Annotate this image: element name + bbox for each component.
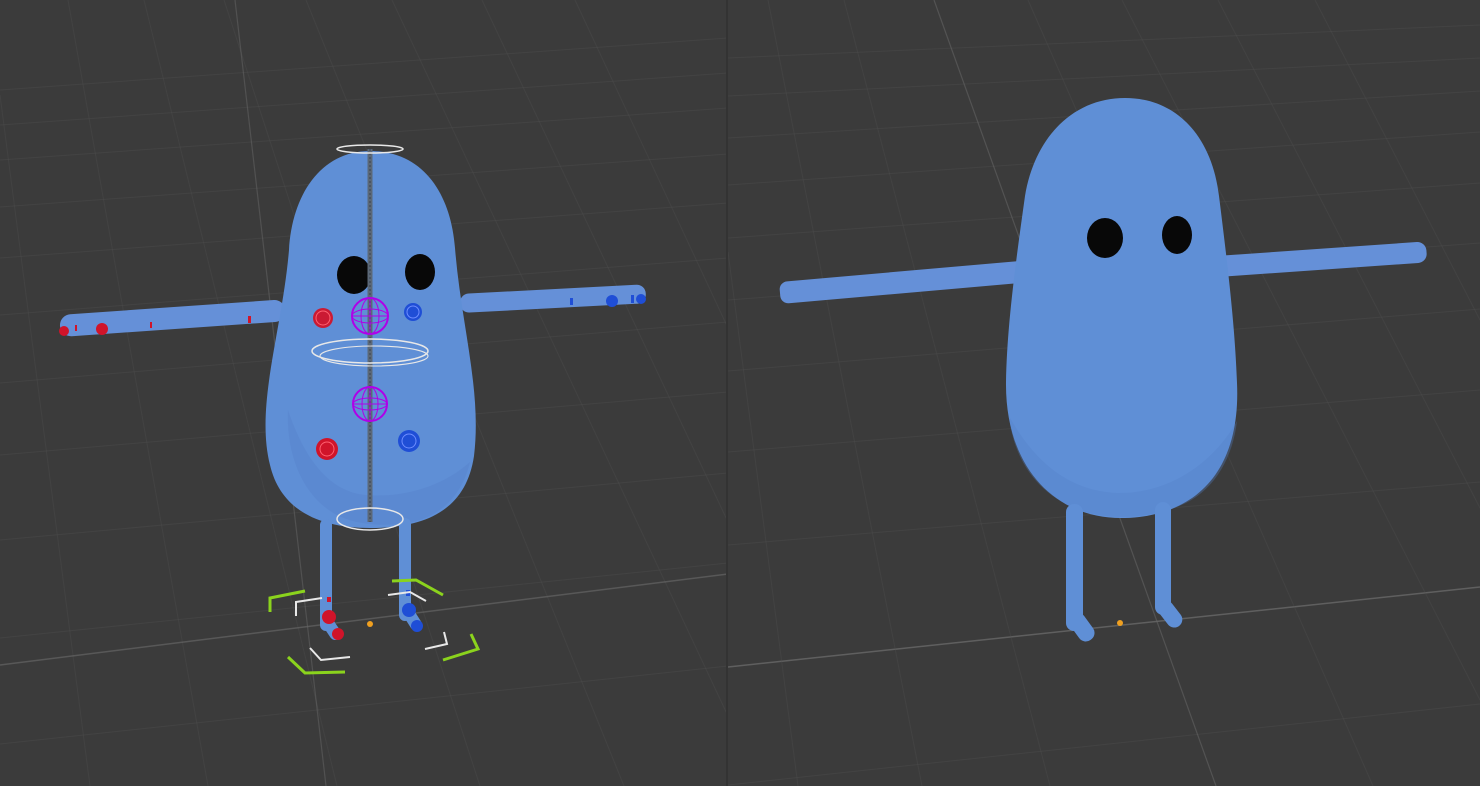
preview-left-eye [1087, 218, 1123, 258]
left-lower-red-control[interactable] [316, 438, 338, 460]
preview-left-leg [1066, 504, 1083, 631]
preview-right-leg [1155, 502, 1171, 615]
left-viewport-scene[interactable] [0, 0, 728, 786]
preview-right-eye [1162, 216, 1192, 254]
right-eye [405, 254, 435, 290]
lower-torso-control-sphere[interactable] [352, 386, 388, 422]
blender-style-3d-viewport-window [0, 0, 1480, 786]
upper-torso-control-sphere[interactable] [351, 297, 389, 335]
right-upper-blue-control[interactable] [404, 303, 422, 321]
left-upper-red-control[interactable] [313, 308, 333, 328]
left-3d-viewport[interactable] [0, 0, 728, 786]
right-viewport-scene[interactable] [728, 0, 1480, 786]
preview-origin-dot-icon[interactable] [1117, 620, 1123, 626]
right-3d-viewport[interactable] [728, 0, 1480, 786]
left-eye [337, 256, 371, 294]
preview-body[interactable] [1005, 98, 1238, 519]
right-lower-blue-control[interactable] [398, 430, 420, 452]
origin-dot-icon[interactable] [367, 621, 373, 627]
